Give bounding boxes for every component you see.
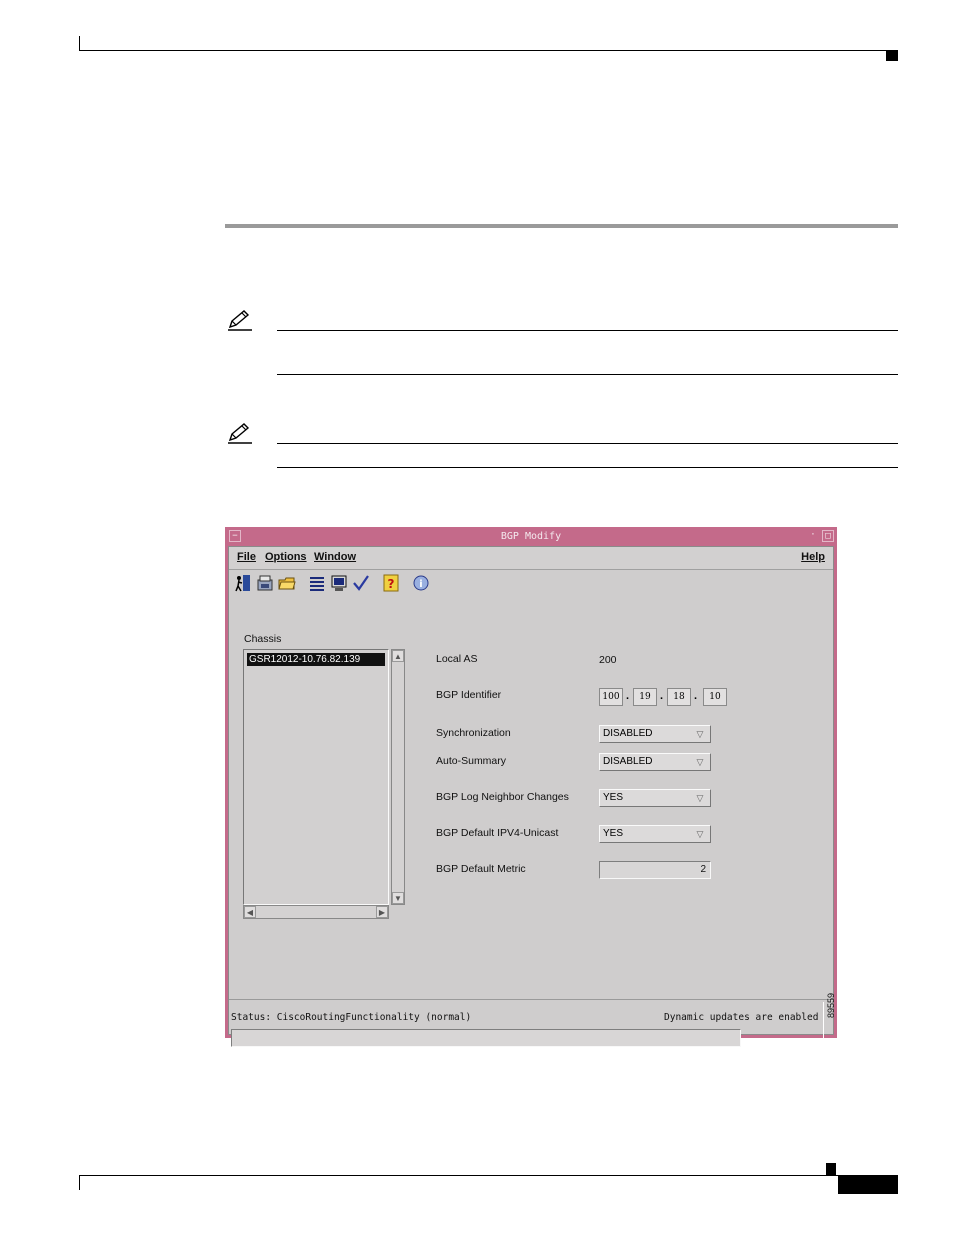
status-divider	[229, 999, 833, 1000]
menu-help[interactable]: Help	[801, 551, 825, 563]
default-ipv4-value: YES	[603, 828, 624, 839]
bgp-identifier-octet-1[interactable]: 100	[599, 688, 623, 706]
default-metric-label: BGP Default Metric	[436, 863, 526, 875]
ip-dot: .	[694, 690, 698, 702]
window-menu-icon[interactable]: −	[229, 530, 241, 542]
svg-text:?: ?	[388, 577, 395, 591]
bgp-identifier-octet-2[interactable]: 19	[633, 688, 657, 706]
footer-rule	[79, 1175, 839, 1176]
ip-dot: .	[626, 690, 630, 702]
menu-bar: File Options Window Help	[229, 547, 833, 570]
dropdown-arrow-icon: ▽	[696, 793, 704, 803]
auto-summary-label: Auto-Summary	[436, 755, 507, 767]
synchronization-select[interactable]: DISABLED ▽	[599, 725, 711, 743]
header-marker	[886, 51, 898, 61]
info-icon[interactable]: i	[411, 573, 431, 593]
menu-options[interactable]: Options	[265, 551, 307, 563]
auto-summary-value: DISABLED	[603, 756, 653, 767]
dropdown-arrow-icon: ▽	[696, 829, 704, 839]
status-text: Status: CiscoRoutingFunctionality (norma…	[231, 1012, 472, 1023]
bgp-identifier-octet-3[interactable]: 18	[667, 688, 691, 706]
section-rule	[225, 224, 898, 228]
scroll-right-icon[interactable]: ▶	[376, 906, 388, 918]
default-ipv4-select[interactable]: YES ▽	[599, 825, 711, 843]
help-icon[interactable]: ?	[381, 573, 401, 593]
note-rule-bottom	[277, 467, 898, 468]
save-icon[interactable]	[255, 573, 275, 593]
checkmark-icon[interactable]	[351, 573, 371, 593]
synchronization-label: Synchronization	[436, 727, 511, 739]
status-message-field	[231, 1029, 741, 1047]
chassis-list[interactable]: GSR12012-10.76.82.139	[243, 649, 389, 905]
scroll-up-icon[interactable]: ▲	[392, 650, 404, 662]
local-as-label: Local AS	[436, 653, 478, 665]
synchronization-value: DISABLED	[603, 728, 653, 739]
footer-left-tick	[79, 1176, 80, 1190]
default-ipv4-label: BGP Default IPV4-Unicast	[436, 827, 559, 839]
dropdown-arrow-icon: ▽	[696, 729, 704, 739]
bgp-modify-window: − BGP Modify · □ File Options Window Hel…	[225, 527, 837, 1052]
figure-number: 89559	[826, 992, 836, 1018]
bgp-identifier-label: BGP Identifier	[436, 689, 502, 701]
scroll-left-icon[interactable]: ◀	[244, 906, 256, 918]
note-rule-bottom	[277, 374, 898, 375]
note-rule-top	[277, 330, 898, 331]
minimize-icon[interactable]: ·	[807, 530, 819, 542]
header-rule	[79, 50, 898, 51]
auto-summary-select[interactable]: DISABLED ▽	[599, 753, 711, 771]
maximize-icon[interactable]: □	[822, 530, 834, 542]
chassis-list-item[interactable]: GSR12012-10.76.82.139	[247, 653, 385, 666]
default-metric-value: 2	[700, 864, 706, 875]
note-pencil-icon	[226, 421, 252, 450]
open-folder-icon[interactable]	[277, 573, 297, 593]
default-metric-field[interactable]: 2	[599, 861, 711, 879]
note-rule-top	[277, 443, 898, 444]
dynamic-updates-text: Dynamic updates are enabled	[664, 1012, 819, 1023]
bgp-identifier-octet-4[interactable]: 10	[703, 688, 727, 706]
window-body: File Options Window Help ? i Chassis GSR…	[228, 546, 834, 1052]
local-as-value: 200	[599, 654, 617, 666]
log-neighbor-select[interactable]: YES ▽	[599, 789, 711, 807]
window-title: BGP Modify	[500, 531, 562, 542]
ip-dot: .	[660, 690, 664, 702]
header-left-tick	[79, 36, 80, 51]
log-neighbor-label: BGP Log Neighbor Changes	[436, 791, 569, 803]
dropdown-arrow-icon: ▽	[696, 757, 704, 767]
chassis-horizontal-scrollbar[interactable]: ◀ ▶	[243, 905, 389, 919]
footer-page-tab	[838, 1175, 898, 1194]
menu-file[interactable]: File	[237, 551, 256, 563]
status-resize-divider	[823, 1002, 824, 1052]
chassis-vertical-scrollbar[interactable]: ▲ ▼	[391, 649, 405, 905]
window-titlebar[interactable]: − BGP Modify · □	[225, 527, 837, 546]
toolbar: ? i	[229, 571, 833, 599]
exit-icon[interactable]	[233, 573, 253, 593]
svg-text:i: i	[419, 579, 422, 590]
chassis-label: Chassis	[244, 633, 282, 645]
list-icon[interactable]	[307, 573, 327, 593]
note-pencil-icon	[226, 308, 252, 337]
menu-window[interactable]: Window	[314, 551, 356, 563]
log-neighbor-value: YES	[603, 792, 624, 803]
footer-marker	[826, 1163, 836, 1175]
scroll-down-icon[interactable]: ▼	[392, 892, 404, 904]
monitor-icon[interactable]	[329, 573, 349, 593]
